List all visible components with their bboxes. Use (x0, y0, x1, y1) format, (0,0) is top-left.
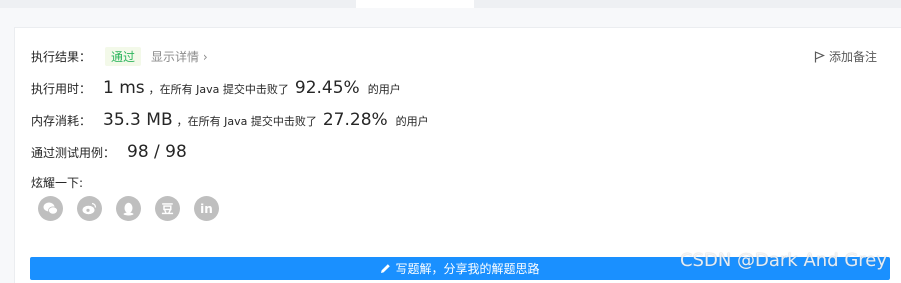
share-label-row: 炫耀一下: (31, 174, 83, 191)
add-note-label: 添加备注 (828, 50, 877, 64)
watermark: CSDN @Dark And Grey (679, 250, 887, 271)
show-details-link[interactable]: 显示详情 › (151, 48, 208, 65)
qq-icon[interactable] (116, 196, 141, 221)
flag-icon (814, 50, 825, 62)
runtime-percent: 92.45% (294, 78, 360, 98)
linkedin-icon[interactable]: in (194, 196, 219, 221)
weibo-glyph (82, 202, 97, 215)
runtime-compare-text: ，在所有 Java 提交中击败了 (148, 83, 289, 96)
memory-percent: 27.28% (322, 110, 388, 130)
add-note-button[interactable]: 添加备注 (814, 48, 877, 65)
testcases-row: 通过测试用例： 98 / 98 (31, 142, 191, 162)
runtime-row: 执行用时： 1 ms ，在所有 Java 提交中击败了 92.45% 的用户 (31, 78, 401, 98)
share-icons: 豆 in (38, 196, 219, 221)
status-badge: 通过 (105, 47, 142, 66)
share-label: 炫耀一下: (31, 176, 84, 190)
result-row: 执行结果： 通过 显示详情 › (31, 47, 208, 66)
tab-bar (0, 0, 901, 8)
qq-glyph (123, 202, 134, 215)
testcases-label: 通过测试用例： (31, 146, 116, 160)
runtime-value: 1 ms (103, 78, 145, 98)
write-solution-label: 写题解，分享我的解题思路 (395, 262, 540, 276)
wechat-glyph (43, 202, 58, 215)
memory-label: 内存消耗： (31, 114, 92, 128)
memory-row: 内存消耗： 35.3 MB ，在所有 Java 提交中击败了 27.28% 的用… (31, 110, 429, 130)
wechat-icon[interactable] (38, 196, 63, 221)
active-tab[interactable] (356, 0, 474, 8)
runtime-label: 执行用时： (31, 82, 92, 96)
submission-result-card: 执行结果： 通过 显示详情 › 添加备注 执行用时： 1 ms ，在所有 Jav… (14, 27, 901, 283)
pencil-icon (381, 264, 391, 273)
douban-icon[interactable]: 豆 (155, 196, 180, 221)
memory-compare-text: ，在所有 Java 提交中击败了 (176, 115, 317, 128)
memory-suffix: 的用户 (395, 115, 429, 128)
testcases-value: 98 / 98 (127, 142, 187, 162)
runtime-suffix: 的用户 (367, 83, 401, 96)
result-label: 执行结果： (31, 50, 92, 64)
douban-glyph: 豆 (161, 202, 174, 216)
weibo-icon[interactable] (77, 196, 102, 221)
memory-value: 35.3 MB (103, 110, 173, 130)
linkedin-glyph: in (200, 201, 213, 216)
